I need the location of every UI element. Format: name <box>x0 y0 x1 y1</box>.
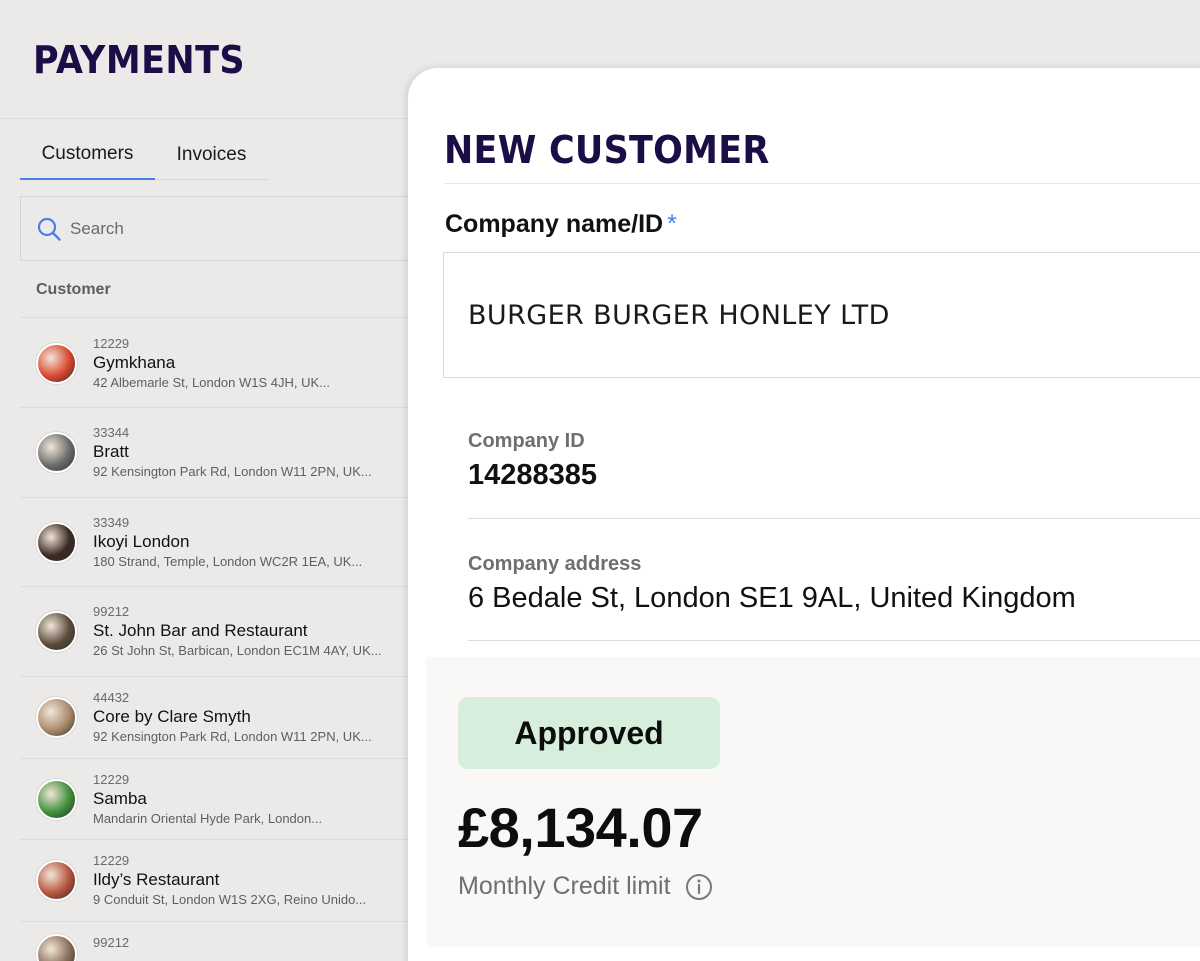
customer-address: 26 St John St, Barbican, London EC1M 4AY… <box>93 643 382 658</box>
customer-address: 92 Kensington Park Rd, London W11 2PN, U… <box>93 729 372 744</box>
customer-name: Samba <box>93 788 147 808</box>
customer-row[interactable]: 44432 Core by Clare Smyth 92 Kensington Pa… <box>20 677 420 759</box>
company-id-divider <box>468 518 1200 519</box>
company-name-label-text: Company name/ID <box>445 210 664 238</box>
customer-row-text: 99212 <box>93 934 129 951</box>
customer-row[interactable]: 99212 St. John Bar and Restaurant 26 St Jo… <box>20 587 420 677</box>
customer-row-text: 33349 Ikoyi London 180 Strand, Temple, Lon… <box>93 514 362 571</box>
customer-row[interactable]: 99212 <box>20 922 420 961</box>
company-id-block: Company ID 14288385 <box>468 430 1200 492</box>
customer-name: Core by Clare Smyth <box>93 707 251 726</box>
customer-address: 9 Conduit St, London W1S 2XG, Reino Unid… <box>93 892 367 907</box>
panel-title-divider <box>444 183 1200 184</box>
customer-id: 12229 <box>93 853 130 868</box>
info-icon[interactable] <box>685 873 713 901</box>
customer-list: 12229 Gymkhana 42 Albemarle St, London W1S… <box>20 319 420 961</box>
avatar <box>36 611 77 652</box>
avatar <box>36 697 77 738</box>
customer-name: Ildy’s Restaurant <box>93 870 220 889</box>
tab-bar: Customers Invoices <box>20 130 268 180</box>
customer-address: 42 Albemarle St, London W1S 4JH, UK... <box>93 374 331 390</box>
customer-row[interactable]: 33349 Ikoyi London 180 Strand, Temple, Lon… <box>20 498 420 587</box>
company-name-label: Company name/ID * <box>445 210 677 239</box>
customer-row-text: 12229 Gymkhana 42 Albemarle St, London W1S… <box>93 335 330 392</box>
company-address-divider <box>468 640 1200 641</box>
customer-id: 33344 <box>93 425 130 440</box>
customer-row-text: 44432 Core by Clare Smyth 92 Kensington Pa… <box>93 689 372 746</box>
avatar <box>36 432 77 473</box>
customer-row-text: 99212 St. John Bar and Restaurant 26 St Jo… <box>93 603 382 660</box>
company-address-value: 6 Bedale St, London SE1 9AL, United King… <box>468 582 1076 614</box>
customer-name: Ikoyi London <box>93 531 190 551</box>
tab-invoices[interactable]: Invoices <box>155 130 268 180</box>
customer-id: 12229 <box>93 335 130 351</box>
customer-id: 33349 <box>93 514 130 530</box>
customer-row-text: 33344 Bratt 92 Kensington Park Rd, London … <box>93 424 372 481</box>
header-divider <box>0 118 420 119</box>
customer-row-text: 12229 Samba Mandarin Oriental Hyde Park, L… <box>93 771 322 828</box>
company-id-value: 14288385 <box>468 459 598 491</box>
customer-row[interactable]: 12229 Gymkhana 42 Albemarle St, London W1S… <box>20 319 420 408</box>
required-marker: * <box>667 210 677 238</box>
avatar <box>36 860 77 901</box>
customer-name: Gymkhana <box>93 352 176 372</box>
company-name-input[interactable]: BURGER BURGER HONLEY LTD <box>443 252 1200 378</box>
tab-customers[interactable]: Customers <box>20 130 155 180</box>
customer-column-header: Customer <box>20 262 420 318</box>
search-input[interactable] <box>70 218 370 239</box>
customer-row[interactable]: 12229 Samba Mandarin Oriental Hyde Park, L… <box>20 759 420 840</box>
company-address-block: Company address 6 Bedale St, London SE1 … <box>468 553 1200 615</box>
credit-amount: £8,134.07 <box>458 796 703 859</box>
panel-title: NEW CUSTOMER <box>444 128 770 172</box>
customer-row[interactable]: 12229 Ildy’s Restaurant 9 Conduit St, Lond… <box>20 840 420 922</box>
search-icon <box>37 217 61 241</box>
credit-limit-label: Monthly Credit limit <box>458 872 713 901</box>
customer-row[interactable]: 33344 Bratt 92 Kensington Park Rd, London … <box>20 408 420 498</box>
customer-address: 92 Kensington Park Rd, London W11 2PN, U… <box>93 464 372 479</box>
customer-row-text: 12229 Ildy’s Restaurant 9 Conduit St, Lond… <box>93 852 366 909</box>
company-address-label: Company address <box>468 553 642 575</box>
customer-address: Mandarin Oriental Hyde Park, London... <box>93 810 323 826</box>
app-title: PAYMENTS <box>33 38 246 82</box>
credit-section: Approved £8,134.07 Monthly Credit limit <box>426 657 1200 947</box>
avatar <box>36 521 77 563</box>
search-box <box>20 196 420 261</box>
company-id-label: Company ID <box>468 430 585 452</box>
customer-name: St. John Bar and Restaurant <box>93 621 308 640</box>
customer-id: 12229 <box>93 771 130 787</box>
avatar <box>36 934 77 961</box>
customer-id: 99212 <box>93 604 130 619</box>
customer-id: 44432 <box>93 690 130 705</box>
customer-address: 180 Strand, Temple, London WC2R 1EA, UK.… <box>93 553 363 569</box>
avatar <box>36 342 77 384</box>
customer-name: Bratt <box>93 442 129 461</box>
credit-limit-label-text: Monthly Credit limit <box>458 872 671 900</box>
avatar <box>36 778 77 820</box>
new-customer-panel: NEW CUSTOMER Company name/ID * BURGER BUR… <box>408 68 1200 961</box>
status-badge: Approved <box>458 697 720 769</box>
customer-id: 99212 <box>93 935 130 950</box>
